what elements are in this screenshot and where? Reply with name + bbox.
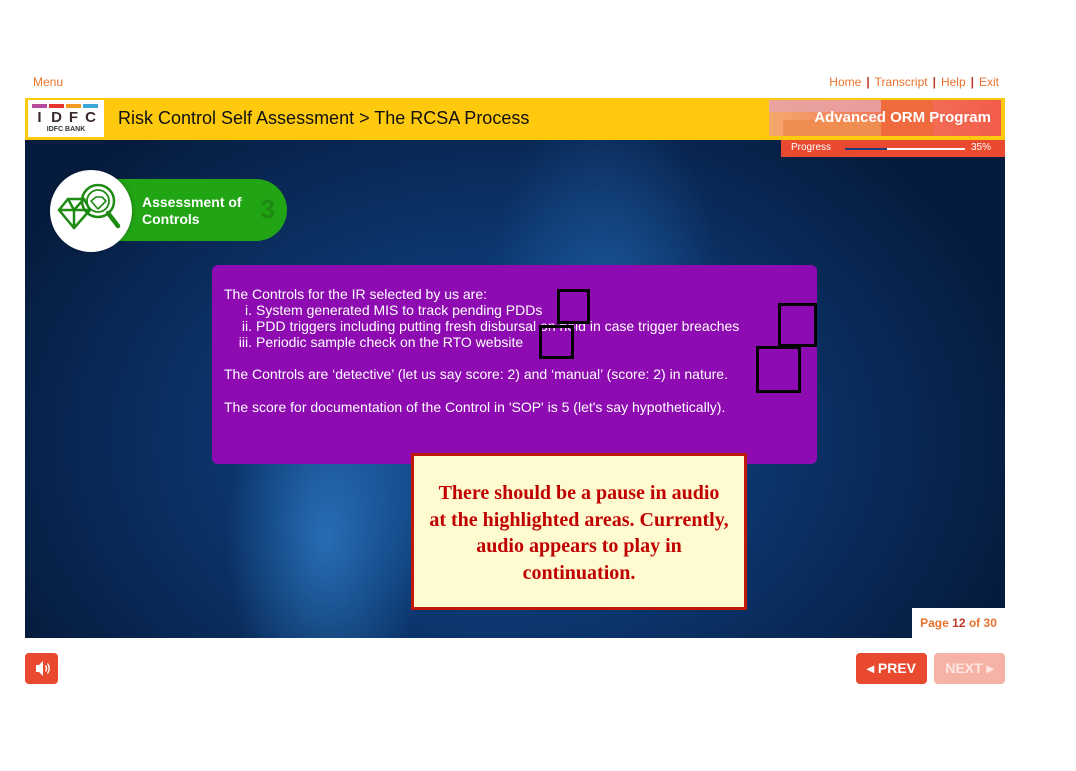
controls-nature-text: The Controls are ‘detective’ (let us say… <box>224 366 728 382</box>
progress-bar: Progress 35% <box>781 140 1005 157</box>
list-item: ii. PDD triggers including putting fresh… <box>224 318 739 334</box>
list-marker: iii. <box>238 334 252 350</box>
next-button[interactable]: NEXT ▸ <box>934 653 1005 684</box>
home-link[interactable]: Home <box>829 75 861 89</box>
content-stage: Assessment of Controls 3 The Controls fo… <box>25 140 1005 638</box>
highlight-box <box>756 346 801 393</box>
section-label-line: Controls <box>142 211 200 227</box>
list-item: i. System generated MIS to track pending… <box>224 302 739 318</box>
section-number: 3 <box>260 194 275 224</box>
header-bar: I D F C IDFC BANK Risk Control Self Asse… <box>25 98 1005 142</box>
program-name: Advanced ORM Program <box>814 109 991 126</box>
controls-intro: The Controls for the IR selected by us a… <box>224 286 488 302</box>
page-indicator: Page 12 of 30 <box>912 608 1005 638</box>
page-separator: of <box>968 616 981 630</box>
progress-track <box>845 148 965 150</box>
logo-letter: I <box>32 104 47 128</box>
top-links: Home | Transcript | Help | Exit <box>829 75 999 89</box>
idfc-logo: I D F C IDFC BANK <box>28 100 104 137</box>
list-item-text: PDD triggers including putting fresh dis… <box>256 318 740 334</box>
section-tag: Assessment of Controls 3 <box>115 179 287 241</box>
exit-link[interactable]: Exit <box>979 75 999 89</box>
logo-letter: C <box>83 104 98 128</box>
next-label: NEXT <box>945 660 983 676</box>
logo-subtext: IDFC BANK <box>46 126 86 133</box>
section-badge <box>50 170 132 252</box>
program-banner: Advanced ORM Program <box>769 100 1001 136</box>
list-item-text: Periodic sample check on the RTO website <box>256 334 524 350</box>
page-total: 30 <box>983 616 997 630</box>
controls-list: i. System generated MIS to track pending… <box>224 302 740 350</box>
logo-letter: F <box>66 104 81 128</box>
highlight-box <box>778 303 817 347</box>
page-prefix: Page <box>920 616 949 630</box>
menu-link[interactable]: Menu <box>33 75 63 89</box>
link-separator: | <box>970 75 974 89</box>
progress-percent: 35% <box>970 142 991 153</box>
top-bar: Menu Home | Transcript | Help | Exit <box>25 75 1005 93</box>
page-current: 12 <box>952 616 966 630</box>
help-link[interactable]: Help <box>941 75 966 89</box>
review-note: There should be a pause in audio at the … <box>411 453 747 610</box>
list-item: iii. Periodic sample check on the RTO we… <box>224 334 739 350</box>
chevron-right-icon: ▸ <box>986 660 994 676</box>
logo-letter: D <box>49 104 64 128</box>
highlight-box <box>539 325 574 359</box>
progress-label: Progress <box>791 142 832 153</box>
list-item-text: System generated MIS to track pending PD… <box>256 302 543 318</box>
page-title: Risk Control Self Assessment > The RCSA … <box>118 108 530 128</box>
audio-toggle-button[interactable] <box>25 653 58 684</box>
link-separator: | <box>866 75 870 89</box>
prev-button[interactable]: ◂ PREV <box>856 653 927 684</box>
content-panel: The Controls for the IR selected by us a… <box>212 265 817 464</box>
chevron-left-icon: ◂ <box>866 660 874 676</box>
documentation-score-text: The score for documentation of the Contr… <box>224 399 726 415</box>
section-label-line: Assessment of <box>142 194 242 210</box>
diamond-magnifier-icon <box>57 183 121 230</box>
logo-letters: I D F C <box>32 104 100 128</box>
highlight-box <box>557 289 590 324</box>
transcript-link[interactable]: Transcript <box>875 75 928 89</box>
section-label: Assessment of Controls <box>142 194 242 228</box>
list-marker: i. <box>245 302 252 318</box>
speaker-icon <box>36 661 50 676</box>
link-separator: | <box>932 75 936 89</box>
progress-fill <box>845 148 887 150</box>
list-marker: ii. <box>241 318 252 334</box>
prev-label: PREV <box>877 660 917 676</box>
